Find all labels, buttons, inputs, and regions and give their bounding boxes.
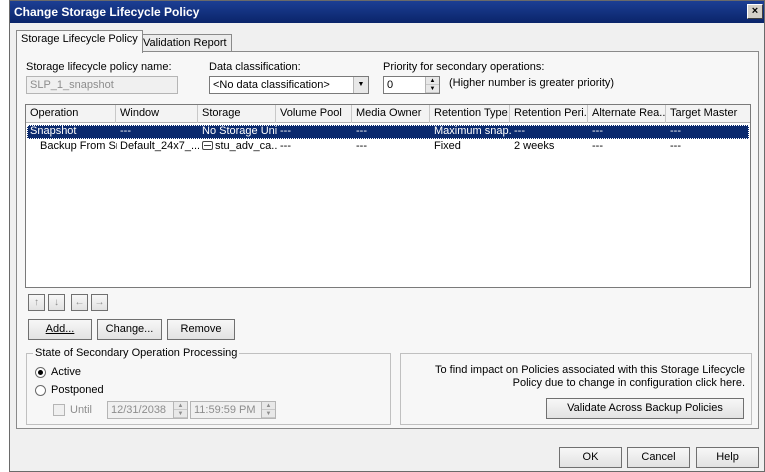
policy-name-field: SLP_1_snapshot: [26, 76, 178, 94]
until-checkbox[interactable]: [53, 404, 65, 416]
column-header-retention-type[interactable]: Retention Type: [430, 105, 510, 123]
column-header-retention-period[interactable]: Retention Peri...: [510, 105, 588, 123]
move-left-button[interactable]: ←: [71, 294, 88, 311]
table-cell: ---: [592, 140, 603, 152]
until-time-field[interactable]: 11:59:59 PM ▲ ▼: [190, 401, 276, 419]
table-cell: stu_adv_ca...: [199, 140, 277, 154]
spinner-buttons[interactable]: ▲ ▼: [425, 77, 439, 93]
help-button-label: Help: [716, 451, 739, 463]
tab-storage-lifecycle-policy[interactable]: Storage Lifecycle Policy: [16, 30, 143, 53]
spin-down-icon[interactable]: ▼: [262, 410, 275, 418]
dialog-window: Change Storage Lifecycle Policy × Storag…: [9, 0, 765, 472]
until-time-value: 11:59:59 PM: [194, 404, 256, 416]
remove-button[interactable]: Remove: [167, 319, 235, 340]
spin-down-icon[interactable]: ▼: [174, 410, 187, 418]
postponed-radio[interactable]: [35, 385, 46, 396]
table-cell: 2 weeks: [514, 140, 555, 152]
add-button-label: Add...: [45, 323, 75, 335]
time-spinner[interactable]: ▲ ▼: [261, 402, 275, 418]
arrow-left-icon: ←: [74, 297, 85, 308]
data-classification-label: Data classification:: [209, 61, 301, 73]
move-up-button[interactable]: ↑: [28, 294, 45, 311]
active-radio[interactable]: [35, 367, 46, 378]
spin-down-icon[interactable]: ▼: [426, 85, 439, 93]
priority-hint: (Higher number is greater priority): [449, 77, 615, 89]
arrow-right-icon: →: [94, 297, 105, 308]
spin-up-icon[interactable]: ▲: [262, 402, 275, 410]
table-cell: Backup From Sn...: [40, 140, 117, 152]
table-cell: Snapshot: [30, 125, 77, 137]
tab-validation-report[interactable]: Validation Report: [138, 34, 232, 52]
arrow-up-icon: ↑: [34, 297, 39, 308]
validate-across-backup-policies-button[interactable]: Validate Across Backup Policies: [546, 398, 744, 419]
table-row-backup-from-snapshot[interactable]: Backup From Sn... Default_24x7_... stu_a…: [27, 140, 749, 154]
column-header-window[interactable]: Window: [116, 105, 198, 123]
table-cell: Default_24x7_...: [120, 140, 199, 152]
move-down-button[interactable]: ↓: [48, 294, 65, 311]
table-cell: ---: [670, 125, 681, 137]
table-cell: No Storage Unit: [202, 125, 277, 137]
column-header-alternate-read[interactable]: Alternate Rea...: [588, 105, 666, 123]
table-cell: Fixed: [434, 140, 461, 152]
storage-unit-icon: [202, 141, 213, 150]
column-header-volume-pool[interactable]: Volume Pool: [276, 105, 352, 123]
table-cell: Maximum snap...: [434, 125, 511, 137]
column-header-media-owner[interactable]: Media Owner: [352, 105, 430, 123]
table-cell: ---: [120, 125, 131, 137]
title-bar: Change Storage Lifecycle Policy ×: [10, 1, 764, 23]
table-cell: ---: [592, 125, 603, 137]
close-button[interactable]: ×: [747, 4, 763, 19]
until-date-value: 12/31/2038: [111, 404, 167, 416]
column-header-storage[interactable]: Storage: [198, 105, 276, 123]
policy-name-label: Storage lifecycle policy name:: [26, 61, 172, 73]
add-button[interactable]: Add...: [28, 319, 92, 340]
table-cell: ---: [514, 125, 525, 137]
table-cell: ---: [356, 125, 367, 137]
spin-up-icon[interactable]: ▲: [174, 402, 187, 410]
tab-panel: Storage lifecycle policy name: SLP_1_sna…: [16, 51, 759, 429]
until-label: Until: [70, 404, 93, 416]
remove-button-label: Remove: [180, 323, 222, 335]
table-cell: ---: [356, 140, 367, 152]
impact-panel: To find impact on Policies associated wi…: [400, 353, 752, 425]
state-group: State of Secondary Operation Processing …: [26, 347, 391, 425]
chevron-down-icon[interactable]: ▼: [353, 77, 368, 93]
operations-table[interactable]: Operation Window Storage Volume Pool Med…: [25, 104, 751, 288]
data-classification-dropdown[interactable]: <No data classification> ▼: [209, 76, 369, 94]
data-classification-value: <No data classification>: [213, 79, 330, 91]
state-group-title: State of Secondary Operation Processing: [33, 347, 240, 359]
table-cell: ---: [280, 125, 291, 137]
spin-up-icon[interactable]: ▲: [426, 77, 439, 85]
storage-unit-name: stu_adv_ca...: [215, 140, 277, 152]
table-header: Operation Window Storage Volume Pool Med…: [26, 105, 750, 123]
change-button-label: Change...: [105, 323, 154, 335]
move-right-button[interactable]: →: [91, 294, 108, 311]
window-title: Change Storage Lifecycle Policy: [14, 5, 200, 19]
help-button[interactable]: Help: [696, 447, 759, 468]
column-header-target-master[interactable]: Target Master: [666, 105, 750, 123]
date-spinner[interactable]: ▲ ▼: [173, 402, 187, 418]
until-date-field[interactable]: 12/31/2038 ▲ ▼: [107, 401, 188, 419]
impact-text: To find impact on Policies associated wi…: [435, 364, 745, 389]
active-label[interactable]: Active: [51, 366, 81, 378]
priority-value: 0: [387, 79, 394, 91]
ok-button-label: OK: [582, 451, 599, 463]
table-row-snapshot[interactable]: Snapshot --- No Storage Unit --- --- Max…: [27, 125, 749, 139]
priority-label: Priority for secondary operations:: [383, 61, 545, 73]
ok-button[interactable]: OK: [559, 447, 622, 468]
table-cell: ---: [280, 140, 291, 152]
cancel-button[interactable]: Cancel: [627, 447, 690, 468]
priority-spinner[interactable]: 0 ▲ ▼: [383, 76, 440, 94]
postponed-label[interactable]: Postponed: [51, 384, 104, 396]
column-header-operation[interactable]: Operation: [26, 105, 116, 123]
arrow-down-icon: ↓: [54, 297, 59, 308]
change-button[interactable]: Change...: [97, 319, 162, 340]
table-cell: ---: [670, 140, 681, 152]
validate-button-label: Validate Across Backup Policies: [567, 402, 723, 414]
cancel-button-label: Cancel: [641, 451, 676, 463]
